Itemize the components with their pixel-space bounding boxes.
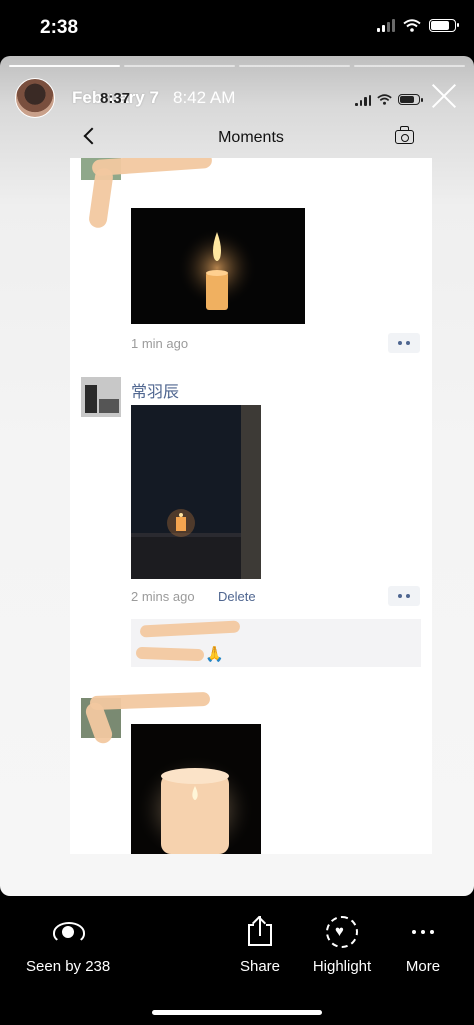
moment-post: 常羽辰 2 mins ago Delete 🙏 xyxy=(70,363,432,681)
poster-name[interactable]: 常羽辰 xyxy=(131,378,179,402)
seen-by-label: Seen by 238 xyxy=(26,958,111,975)
more-dots-icon xyxy=(408,916,438,948)
more-button[interactable]: More xyxy=(398,916,448,975)
highlight-button[interactable]: ♥ Highlight xyxy=(308,916,376,975)
camera-icon[interactable] xyxy=(395,126,414,144)
status-icons xyxy=(377,19,459,32)
embedded-status-bar: 8:37 xyxy=(100,90,423,110)
highlight-heart-icon: ♥ xyxy=(326,916,358,948)
seen-by-button[interactable]: Seen by 238 xyxy=(26,916,110,975)
post-time: 2 mins ago xyxy=(131,589,195,604)
delete-link[interactable]: Delete xyxy=(218,589,256,604)
wifi-icon xyxy=(377,94,392,105)
highlight-label: Highlight xyxy=(312,958,372,975)
battery-icon xyxy=(429,19,459,32)
progress-segment xyxy=(239,65,350,67)
comment-emoji: 🙏 xyxy=(205,646,224,663)
share-icon xyxy=(246,915,274,948)
status-time: 2:38 xyxy=(40,17,79,38)
share-button[interactable]: Share xyxy=(234,915,286,975)
status-bar: 2:38 xyxy=(0,0,474,56)
progress-segment xyxy=(354,65,465,67)
redaction-mark xyxy=(135,646,205,662)
embedded-status-time: 8:37 xyxy=(100,90,131,107)
eye-icon xyxy=(51,916,85,948)
battery-icon xyxy=(398,94,423,105)
post-caption: 🕯 xyxy=(131,176,137,196)
moment-post: 🕯 1 min ago xyxy=(70,158,432,358)
story-progress xyxy=(9,65,465,67)
cellular-signal-icon xyxy=(355,93,371,106)
story-card[interactable]: February 7 8:42 AM 8:37 Moments 🕯 1 min … xyxy=(0,56,474,896)
cellular-signal-icon xyxy=(377,19,395,32)
more-label: More xyxy=(405,958,441,975)
share-label: Share xyxy=(239,958,281,975)
page-title: Moments xyxy=(218,129,284,146)
post-image[interactable] xyxy=(131,724,261,854)
story-avatar[interactable] xyxy=(15,78,55,118)
story-action-bar: Seen by 238 Share ♥ Highlight More xyxy=(0,896,474,1025)
progress-segment xyxy=(124,65,235,67)
avatar[interactable] xyxy=(81,377,121,417)
post-time: 1 min ago xyxy=(131,336,189,351)
progress-segment xyxy=(9,65,120,67)
post-image[interactable] xyxy=(131,405,261,579)
moments-nav-bar: Moments xyxy=(70,118,432,158)
moments-feed[interactable]: 🕯 1 min ago 常羽辰 2 mins ago Delete 🙏 xyxy=(70,158,432,854)
home-indicator xyxy=(152,1010,322,1015)
post-image[interactable] xyxy=(131,208,305,324)
post-actions-button[interactable] xyxy=(388,333,420,353)
wifi-icon xyxy=(403,19,421,32)
moment-post xyxy=(70,686,432,854)
close-icon[interactable] xyxy=(430,82,458,110)
post-actions-button[interactable] xyxy=(388,586,420,606)
embedded-status-icons xyxy=(355,93,423,106)
